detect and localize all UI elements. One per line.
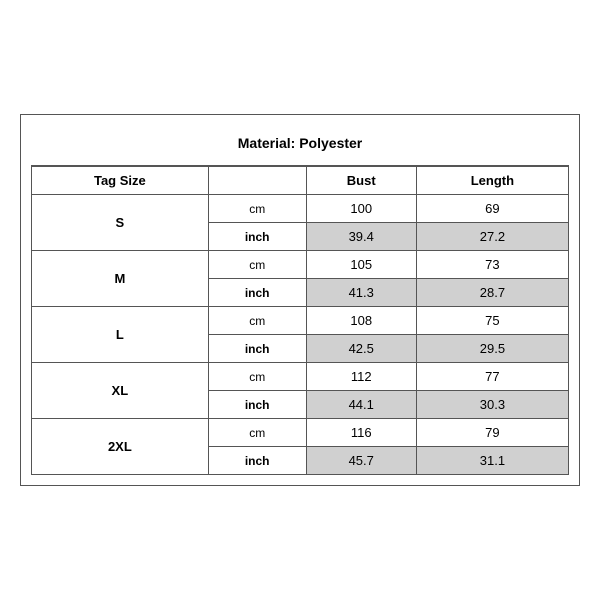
bust-cm: 116: [306, 419, 416, 447]
bust-inch: 44.1: [306, 391, 416, 419]
bust-cm: 105: [306, 251, 416, 279]
header-tag-size: Tag Size: [32, 167, 209, 195]
bust-cm: 112: [306, 363, 416, 391]
tag-size-cell: S: [32, 195, 209, 251]
length-cm: 73: [416, 251, 568, 279]
tag-size-cell: 2XL: [32, 419, 209, 475]
table-row: Scm10069: [32, 195, 569, 223]
bust-inch: 41.3: [306, 279, 416, 307]
table-row: XLcm11277: [32, 363, 569, 391]
bust-inch: 39.4: [306, 223, 416, 251]
table-row: Mcm10573: [32, 251, 569, 279]
unit-inch: inch: [208, 279, 306, 307]
bust-inch: 45.7: [306, 447, 416, 475]
unit-cm: cm: [208, 307, 306, 335]
size-chart-container: Material: Polyester Tag Size Bust Length…: [20, 114, 580, 486]
length-cm: 79: [416, 419, 568, 447]
length-inch: 31.1: [416, 447, 568, 475]
length-cm: 69: [416, 195, 568, 223]
unit-inch: inch: [208, 447, 306, 475]
unit-cm: cm: [208, 419, 306, 447]
length-cm: 75: [416, 307, 568, 335]
size-table: Tag Size Bust Length Scm10069inch39.427.…: [31, 166, 569, 475]
length-inch: 30.3: [416, 391, 568, 419]
unit-inch: inch: [208, 391, 306, 419]
unit-inch: inch: [208, 335, 306, 363]
header-bust: Bust: [306, 167, 416, 195]
chart-title: Material: Polyester: [31, 125, 569, 166]
unit-cm: cm: [208, 363, 306, 391]
table-row: 2XLcm11679: [32, 419, 569, 447]
length-inch: 28.7: [416, 279, 568, 307]
unit-cm: cm: [208, 195, 306, 223]
bust-cm: 108: [306, 307, 416, 335]
header-length: Length: [416, 167, 568, 195]
length-inch: 29.5: [416, 335, 568, 363]
table-row: Lcm10875: [32, 307, 569, 335]
tag-size-cell: L: [32, 307, 209, 363]
tag-size-cell: XL: [32, 363, 209, 419]
bust-cm: 100: [306, 195, 416, 223]
bust-inch: 42.5: [306, 335, 416, 363]
header-unit-col: [208, 167, 306, 195]
tag-size-cell: M: [32, 251, 209, 307]
length-inch: 27.2: [416, 223, 568, 251]
length-cm: 77: [416, 363, 568, 391]
unit-inch: inch: [208, 223, 306, 251]
unit-cm: cm: [208, 251, 306, 279]
